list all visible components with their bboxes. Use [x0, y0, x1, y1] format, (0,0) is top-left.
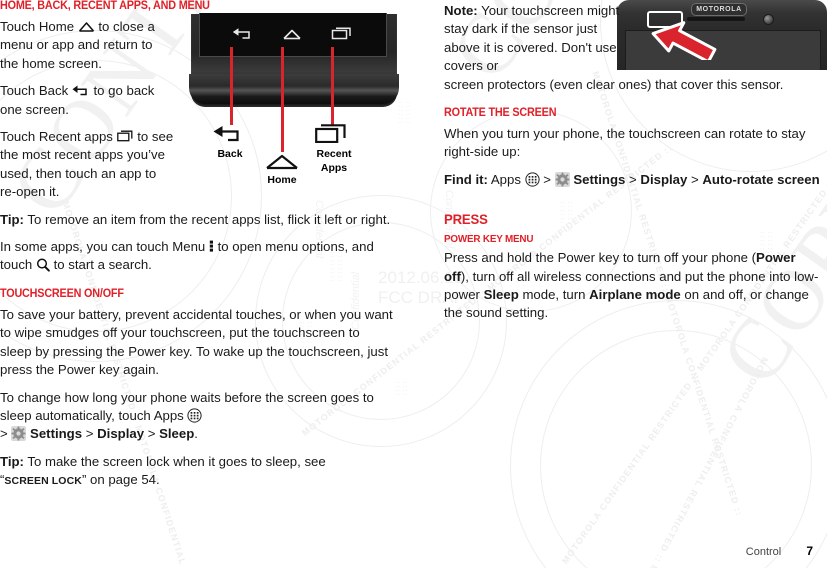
paragraph-note-sensor: Note: Your touchscreen might stay dark i…: [444, 2, 630, 76]
cross-reference-screen-lock[interactable]: SCREEN LOCK: [4, 475, 82, 487]
leader-line-recent: [331, 47, 334, 125]
find-it-path: Find it: Apps > Settings > Display > Aut…: [444, 171, 824, 189]
menu-path-settings: Settings: [573, 171, 626, 187]
breadcrumb-separator: >: [691, 171, 699, 187]
quote-close: ”: [81, 472, 87, 488]
page-content: HOME, BACK, RECENT APPS, AND MENU Touch …: [0, 0, 827, 568]
figure-label-recent-apps-line2: Apps: [320, 162, 348, 174]
apps-grid-icon: [525, 172, 540, 187]
paragraph-touch-recent-apps: Touch Recent apps to see the most recent…: [0, 128, 174, 202]
paragraph-text: to start a search.: [53, 257, 152, 273]
figure-navigation-buttons: Back Home Recent Apps: [189, 13, 403, 189]
tip-text: To remove an item from the recent apps l…: [27, 211, 391, 227]
back-arrow-icon: [232, 27, 254, 45]
section-heading-home-back-recent-menu: HOME, BACK, RECENT APPS, AND MENU: [0, 0, 210, 12]
phone-bezel: [189, 74, 399, 104]
menu-item-sleep: Sleep: [483, 287, 519, 303]
find-it-label: Find it:: [444, 171, 488, 187]
menu-item-airplane-mode: Airplane mode: [589, 287, 681, 303]
menu-path-display: Display: [97, 426, 145, 442]
paragraph-save-battery: To save your battery, prevent accidental…: [0, 306, 393, 378]
paragraph-note-sensor-continued: screen protectors (even clear ones) that…: [444, 76, 784, 92]
breadcrumb-separator: >: [85, 426, 94, 442]
paragraph-rotate: When you turn your phone, the touchscree…: [444, 126, 806, 160]
paragraph-text: In some apps, you can touch Menu: [0, 239, 206, 255]
home-icon: [78, 21, 95, 32]
section-heading-press: PRESS: [444, 211, 488, 228]
period: .: [194, 426, 198, 442]
figure-label-back: Back: [217, 148, 243, 160]
search-icon: [36, 258, 50, 273]
leader-line-back: [230, 47, 233, 125]
gear-icon: [11, 426, 27, 442]
breadcrumb-separator: >: [147, 426, 156, 442]
recent-apps-icon: [331, 27, 353, 45]
phone-screen: [199, 13, 387, 57]
paragraph-touch-back: Touch Back to go back one screen.: [0, 82, 174, 119]
paragraph-text: Press and hold the Power key to turn off…: [444, 250, 757, 266]
paragraph-text: Touch Home: [0, 19, 75, 34]
home-icon: [281, 27, 303, 45]
figure-label-home: Home: [267, 174, 297, 186]
menu-path-auto-rotate-screen: Auto-rotate screen: [702, 171, 820, 187]
page-footer: Control 7: [746, 544, 813, 558]
page-number: 7: [806, 544, 813, 558]
breadcrumb-separator: >: [0, 426, 8, 442]
back-arrow-icon: [213, 125, 245, 147]
right-column: Note: Your touchscreen might stay dark i…: [444, 0, 827, 332]
subsection-heading-power-key-menu: POWER KEY MENU: [444, 233, 534, 246]
apps-grid-icon: [187, 408, 203, 423]
menu-path-settings: Settings: [30, 426, 83, 442]
breadcrumb-separator: >: [543, 171, 551, 187]
paragraph-text: Touch Recent apps: [0, 129, 113, 145]
paragraph-text: Touch Back: [0, 83, 69, 99]
paragraph-menu-search: In some apps, you can touch Menu to open…: [0, 238, 392, 275]
section-heading-rotate-the-screen: ROTATE THE SCREEN: [444, 107, 557, 120]
leader-line-home: [281, 47, 284, 152]
tip-remove-item: Tip: To remove an item from the recent a…: [0, 211, 392, 229]
find-it-apps: Apps: [490, 171, 521, 187]
recent-apps-icon: [315, 124, 349, 148]
tip-text: To make the screen lock when it goes to …: [27, 453, 326, 469]
recent-apps-icon: [116, 130, 134, 142]
menu-dots-icon: [209, 240, 214, 252]
figure-label-recent-apps-line1: Recent: [316, 148, 352, 160]
home-icon: [265, 153, 299, 175]
breadcrumb-separator: >: [629, 171, 637, 187]
paragraph-text: mode, turn: [518, 287, 590, 303]
menu-path-sleep: Sleep: [159, 426, 195, 442]
back-arrow-icon: [72, 85, 90, 96]
paragraph-sleep-settings: To change how long your phone waits befo…: [0, 389, 394, 444]
section-heading-touchscreen-on-off: TOUCHSCREEN ON/OFF: [0, 287, 124, 300]
tip-label: Tip:: [0, 453, 24, 469]
note-label: Note:: [444, 3, 478, 18]
tip-screen-lock: Tip: To make the screen lock when it goe…: [0, 453, 394, 491]
tip-text: on page 54.: [90, 472, 160, 488]
paragraph-touch-home: Touch Home to close a menu or app and re…: [0, 18, 174, 73]
footer-section-name: Control: [745, 546, 782, 558]
paragraph-power-key: Press and hold the Power key to turn off…: [444, 249, 824, 323]
menu-path-display: Display: [640, 171, 688, 187]
gear-icon: [554, 171, 570, 187]
tip-label: Tip:: [0, 211, 24, 227]
